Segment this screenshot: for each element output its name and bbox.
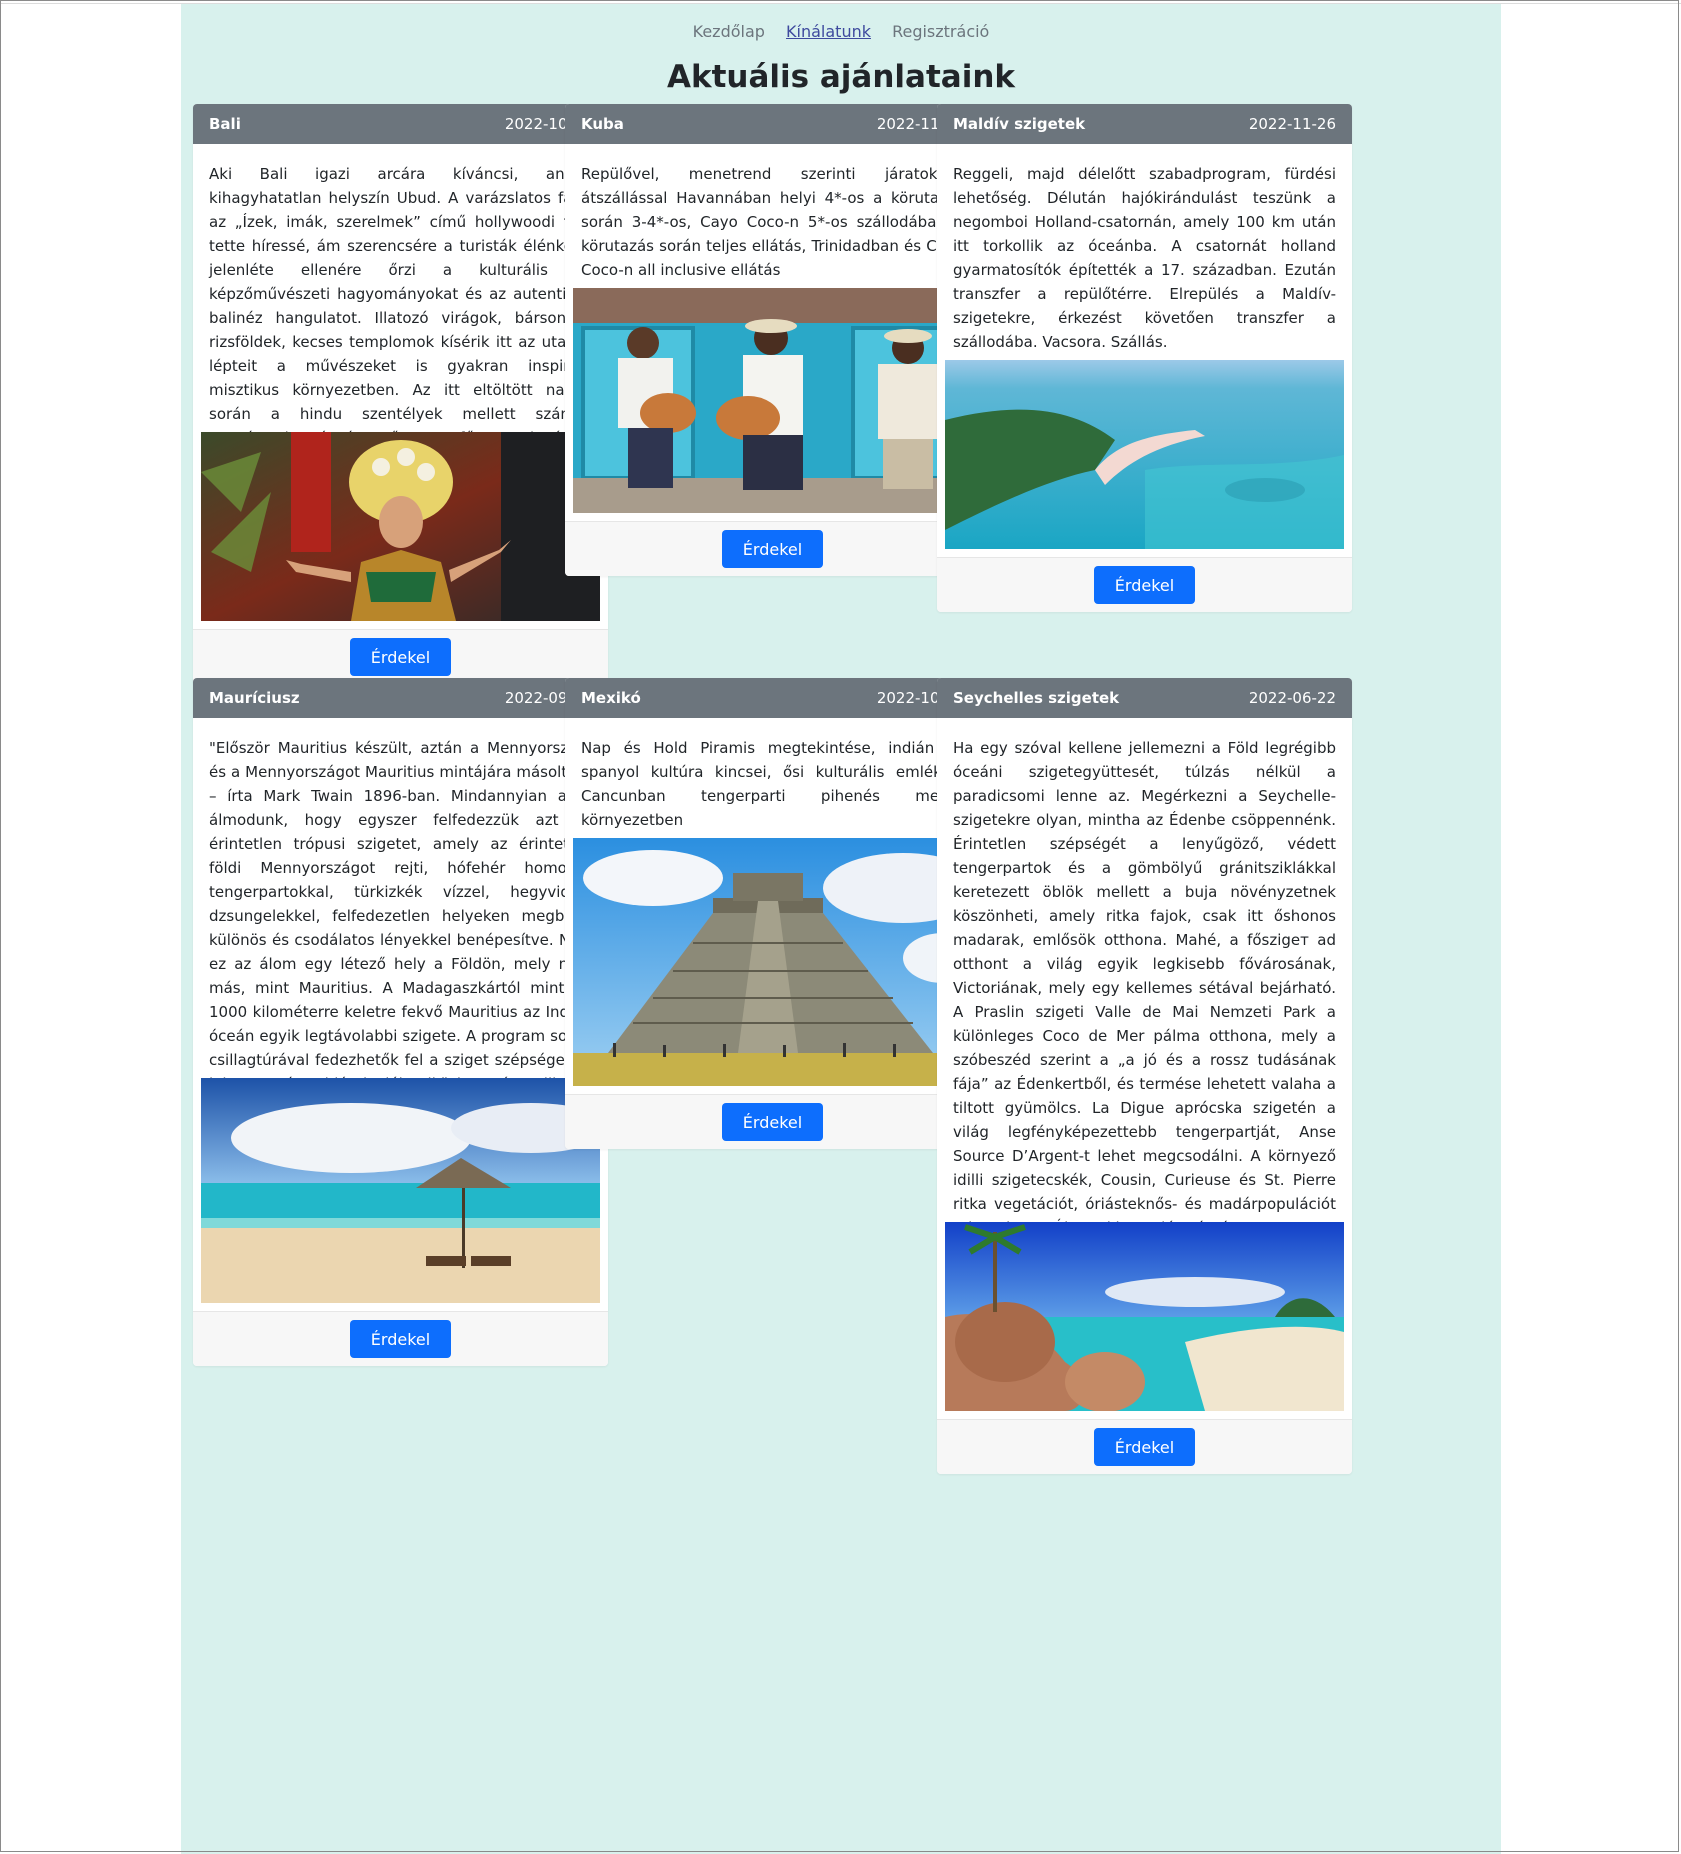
offer-card-bali: Bali 2022-10-22 Aki Bali igazi arcára kí…: [193, 104, 608, 684]
mauritius-beach-image: [201, 1078, 600, 1303]
card-header: Bali 2022-10-22: [193, 104, 608, 144]
card-header: Kuba 2022-11-09: [565, 104, 980, 144]
card-footer: Érdekel: [937, 1419, 1352, 1474]
card-title: Seychelles szigetek: [953, 689, 1120, 707]
interested-button[interactable]: Érdekel: [1094, 1428, 1195, 1466]
nav-link-offers[interactable]: Kínálatunk: [786, 22, 871, 41]
card-description: Ha egy szóval kellene jellemezni a Föld …: [953, 739, 1336, 1309]
card-title: Kuba: [581, 115, 624, 133]
card-title: Mauríciusz: [209, 689, 300, 707]
interested-button[interactable]: Érdekel: [350, 1320, 451, 1358]
card-footer: Érdekel: [937, 557, 1352, 612]
top-nav: Kezdőlap Kínálatunk Regisztráció: [181, 22, 1501, 41]
interested-button[interactable]: Érdekel: [350, 638, 451, 676]
page-title: Aktuális ajánlataink: [666, 59, 1016, 95]
card-date: 2022-11-26: [1248, 115, 1336, 133]
card-footer: Érdekel: [565, 521, 980, 576]
seychelles-beach-image: [945, 1222, 1344, 1411]
page-container: Kezdőlap Kínálatunk Regisztráció Aktuáli…: [181, 4, 1501, 1854]
nav-link-register[interactable]: Regisztráció: [892, 22, 989, 41]
offer-card-maldiv: Maldív szigetek 2022-11-26 Reggeli, majd…: [937, 104, 1352, 612]
offer-card-seychelles: Seychelles szigetek 2022-06-22 Ha egy sz…: [937, 678, 1352, 1474]
interested-button[interactable]: Érdekel: [722, 1103, 823, 1141]
card-header: Maldív szigetek 2022-11-26: [937, 104, 1352, 144]
card-header: Seychelles szigetek 2022-06-22: [937, 678, 1352, 718]
card-description: Repülővel, menetrend szerinti járatokkal…: [581, 165, 964, 279]
card-header: Mexikó 2022-10-11: [565, 678, 980, 718]
card-title: Maldív szigetek: [953, 115, 1086, 133]
maldives-beach-image: [945, 360, 1344, 549]
cuban-musicians-image: [573, 288, 972, 513]
chichen-itza-pyramid-image: [573, 838, 972, 1086]
card-date: 2022-06-22: [1248, 689, 1336, 707]
card-title: Bali: [209, 115, 241, 133]
card-footer: Érdekel: [193, 629, 608, 684]
card-footer: Érdekel: [565, 1094, 980, 1149]
interested-button[interactable]: Érdekel: [722, 530, 823, 568]
offer-card-mexiko: Mexikó 2022-10-11 Nap és Hold Piramis me…: [565, 678, 980, 1149]
card-description: Nap és Hold Piramis megtekintése, indián…: [581, 739, 964, 829]
card-footer: Érdekel: [193, 1311, 608, 1366]
balinese-dancer-image: [201, 432, 600, 621]
nav-link-home[interactable]: Kezdőlap: [693, 22, 765, 41]
card-title: Mexikó: [581, 689, 641, 707]
card-description: Reggeli, majd délelőtt szabadprogram, fü…: [953, 165, 1336, 351]
card-description: "Először Mauritius készült, aztán a Menn…: [209, 739, 592, 1141]
interested-button[interactable]: Érdekel: [1094, 566, 1195, 604]
offer-card-kuba: Kuba 2022-11-09 Repülővel, menetrend sze…: [565, 104, 980, 576]
card-description: Aki Bali igazi arcára kíváncsi, annak ki…: [209, 165, 592, 471]
offer-card-mauricius: Mauríciusz 2022-09-21 "Először Mauritius…: [193, 678, 608, 1366]
card-header: Mauríciusz 2022-09-21: [193, 678, 608, 718]
